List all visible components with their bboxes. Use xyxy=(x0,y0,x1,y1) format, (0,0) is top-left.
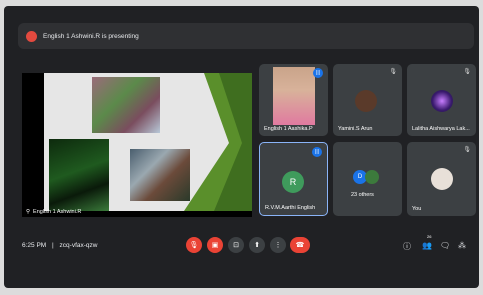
participant-video xyxy=(273,67,315,125)
shared-slide xyxy=(44,73,252,211)
participant-name: Yamini.S Arun xyxy=(338,126,373,132)
mic-toggle-button[interactable]: 🎙 xyxy=(186,237,202,253)
avatar xyxy=(431,90,453,112)
more-options-button[interactable]: ⋮ xyxy=(270,237,286,253)
photo-collage-left xyxy=(49,139,109,211)
pin-icon[interactable]: ⚲ xyxy=(26,209,30,215)
presenter-label: ⚲ English 1 Ashwini.R xyxy=(26,209,81,215)
avatar xyxy=(355,90,377,112)
avatar xyxy=(365,170,379,184)
chat-icon[interactable]: 🗨 xyxy=(440,241,450,250)
speaking-icon: ||| xyxy=(312,147,322,157)
end-call-button[interactable]: ☎ xyxy=(290,237,310,253)
speaking-icon: ||| xyxy=(313,68,323,78)
participant-tile[interactable]: 🎙 Lalitha Aishwarya Lak... xyxy=(407,64,476,136)
participant-tile[interactable]: R ||| R.V.M.Aarthi English xyxy=(259,142,328,216)
participant-tile[interactable]: 🎙 Yamini.S Arun xyxy=(333,64,402,136)
presenting-text: English 1 Ashwini.R is presenting xyxy=(43,32,139,40)
participant-tile[interactable]: ||| English 1 Aashika.P xyxy=(259,64,328,136)
control-bar: 6:25 PM | zcq-vfax-qzw 🎙 ▣ ⊡ ⬆ ⋮ ☎ ⓘ 👥 2… xyxy=(4,228,479,266)
meeting-code: zcq-vfax-qzw xyxy=(59,242,98,249)
presentation-tile[interactable]: ⚲ English 1 Ashwini.R xyxy=(22,73,252,217)
photo-collage-top xyxy=(92,77,160,133)
mic-off-icon: 🎙 xyxy=(389,69,397,75)
present-button[interactable]: ⬆ xyxy=(249,237,265,253)
info-icon[interactable]: ⓘ xyxy=(403,241,411,252)
others-count: 23 others xyxy=(351,192,374,198)
meeting-info: 6:25 PM | zcq-vfax-qzw xyxy=(22,242,97,249)
participant-name: English 1 Aashika.P xyxy=(264,126,313,132)
captions-button[interactable]: ⊡ xyxy=(228,237,244,253)
people-count-badge: 26 xyxy=(427,234,432,239)
activities-icon[interactable]: ⁂ xyxy=(458,241,466,250)
separator: | xyxy=(52,242,54,249)
people-icon[interactable]: 👥 xyxy=(422,241,432,250)
presenting-banner: English 1 Ashwini.R is presenting xyxy=(18,23,474,49)
presenter-name: English 1 Ashwini.R xyxy=(33,209,82,215)
avatar xyxy=(431,168,453,190)
mic-off-icon: 🎙 xyxy=(463,69,471,75)
participant-name: Lalitha Aishwarya Lak... xyxy=(412,126,470,132)
camera-toggle-button[interactable]: ▣ xyxy=(207,237,223,253)
self-tile[interactable]: 🎙 You xyxy=(407,142,476,216)
presentation-icon xyxy=(26,30,37,42)
clock: 6:25 PM xyxy=(22,242,47,249)
participant-name: R.V.M.Aarthi English xyxy=(265,205,316,211)
meet-window: English 1 Ashwini.R is presenting ⚲ Engl… xyxy=(4,6,479,288)
participant-name: You xyxy=(412,206,422,212)
avatar: R xyxy=(282,171,304,193)
mic-off-icon: 🎙 xyxy=(463,147,471,153)
others-tile[interactable]: D 23 others xyxy=(333,142,402,216)
photo-collage-right xyxy=(130,149,190,201)
